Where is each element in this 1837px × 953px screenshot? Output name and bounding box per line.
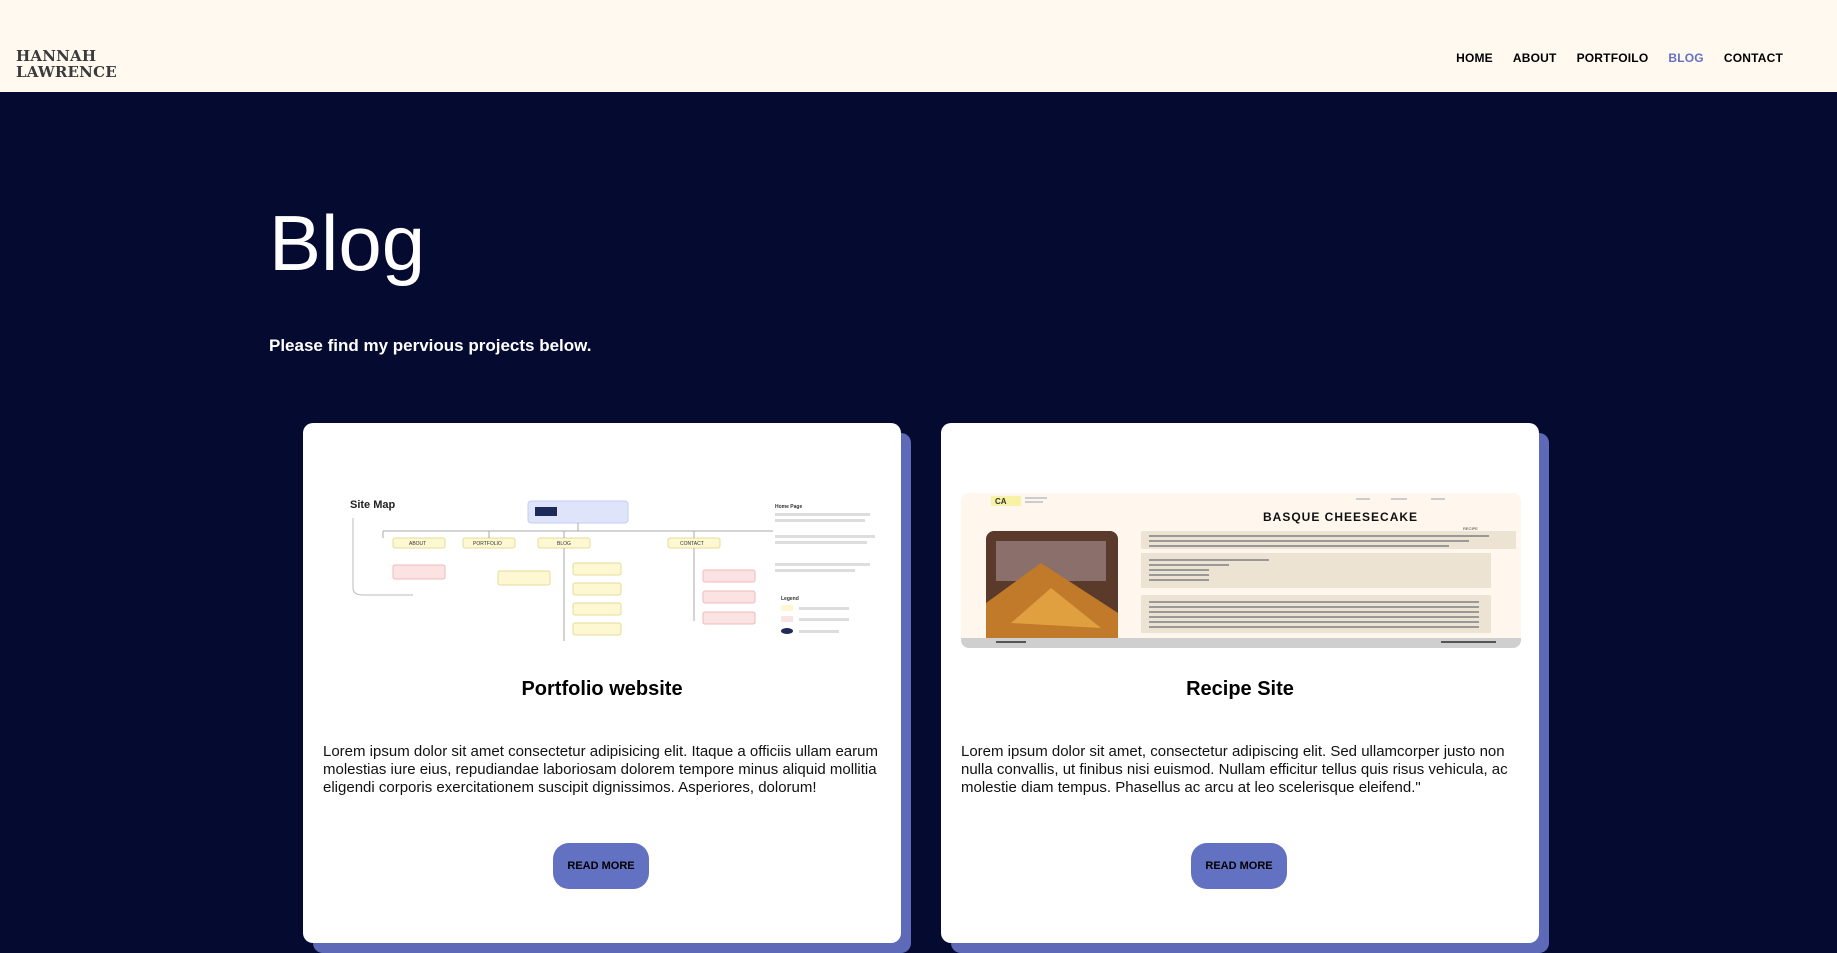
nav-home-link[interactable]: HOME — [1456, 51, 1493, 65]
sitemap-node-blog: BLOG — [557, 541, 571, 547]
sitemap-side-heading: Home Page — [775, 504, 802, 510]
site-logo[interactable]: HANNAH LAWRENCE — [16, 48, 117, 80]
nav-portfolio-link[interactable]: PORTFOILO — [1577, 51, 1649, 65]
recipe-heading: BASQUE CHEESECAKE — [1263, 510, 1418, 524]
logo-line-1: HANNAH — [16, 47, 97, 65]
card-image-sitemap: Site Map ABOUT PORTFOLIO BLOG CONTACT Ho… — [323, 493, 883, 648]
nav-blog-link[interactable]: BLOG — [1668, 51, 1703, 65]
read-more-button[interactable]: READ MORE — [1191, 843, 1287, 889]
sitemap-node-about: ABOUT — [409, 541, 426, 547]
card-description: Lorem ipsum dolor sit amet, consectetur … — [961, 743, 1508, 796]
read-more-button[interactable]: READ MORE — [553, 843, 649, 889]
logo-line-2: LAWRENCE — [16, 63, 117, 81]
main-nav: HOME ABOUT PORTFOILO BLOG CONTACT — [1456, 51, 1783, 65]
blog-card-portfolio: Site Map ABOUT PORTFOLIO BLOG CONTACT Ho… — [303, 423, 901, 943]
card-title: Recipe Site — [1186, 678, 1294, 700]
recipe-brand: CA — [995, 497, 1007, 506]
sitemap-node-contact: CONTACT — [680, 541, 704, 547]
nav-about-link[interactable]: ABOUT — [1513, 51, 1557, 65]
recipe-subheading: RECIPE — [1463, 526, 1478, 531]
recipe-site-preview: CA BASQUE CHEESECAKE RECIPE — [961, 493, 1521, 648]
card-description: Lorem ipsum dolor sit amet consectetur a… — [323, 743, 878, 796]
sitemap-diagram: Site Map ABOUT PORTFOLIO BLOG CONTACT Ho… — [323, 493, 883, 648]
card-title: Portfolio website — [521, 678, 683, 700]
sitemap-legend: Legend — [781, 596, 799, 602]
page-subtitle: Please find my pervious projects below. — [269, 336, 592, 355]
sitemap-heading: Site Map — [350, 499, 396, 511]
site-header: HANNAH LAWRENCE HOME ABOUT PORTFOILO BLO… — [0, 0, 1837, 92]
sitemap-node-portfolio: PORTFOLIO — [473, 541, 502, 547]
blog-card-recipe: CA BASQUE CHEESECAKE RECIPE Recipe Site … — [941, 423, 1539, 943]
card-image-recipe: CA BASQUE CHEESECAKE RECIPE — [961, 493, 1521, 648]
nav-contact-link[interactable]: CONTACT — [1724, 51, 1783, 65]
page-title: Blog — [269, 199, 426, 287]
